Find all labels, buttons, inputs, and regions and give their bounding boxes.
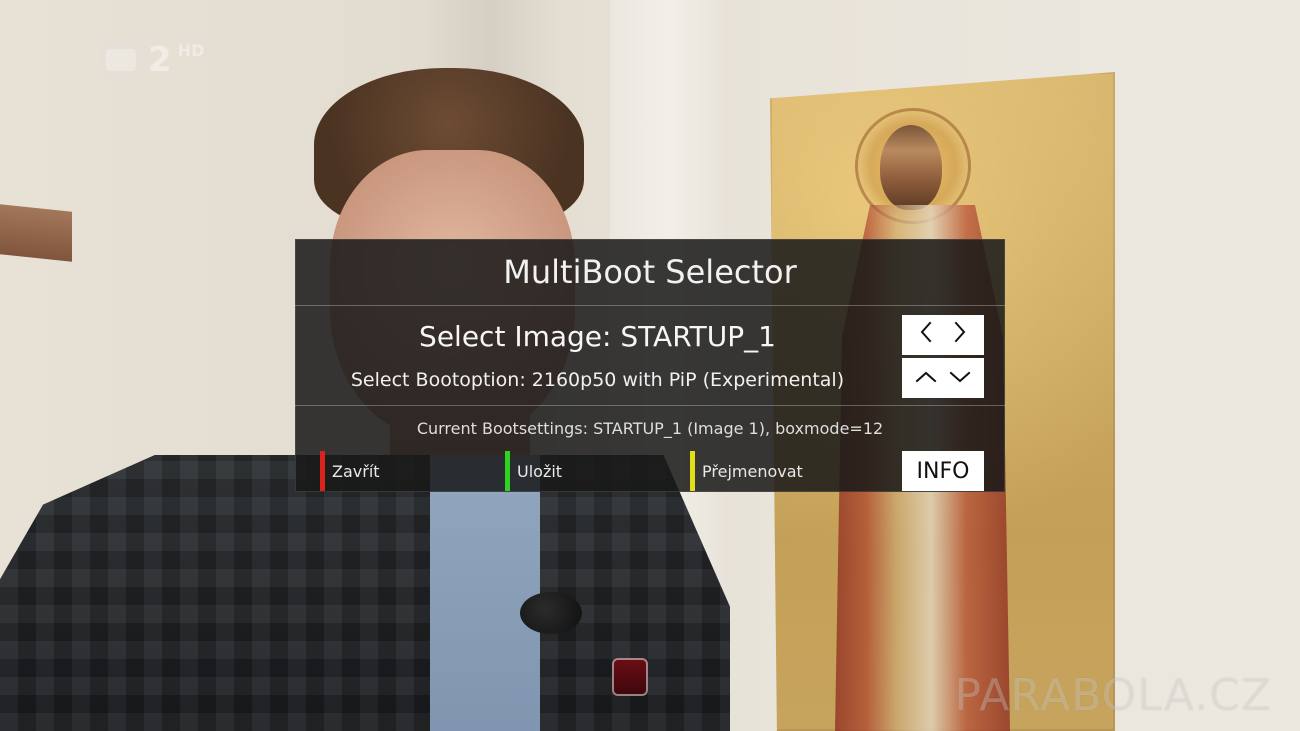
green-key-label: Uložit [517, 461, 563, 481]
yellow-key-rename[interactable]: Přejmenovat [690, 451, 803, 491]
dialog-title: MultiBoot Selector [503, 253, 797, 291]
chevron-up-icon [915, 364, 937, 392]
multiboot-selector-dialog: MultiBoot Selector Select Image: STARTUP… [295, 239, 1005, 492]
background-jacket-patch [612, 658, 648, 696]
info-button[interactable]: INFO [902, 451, 984, 491]
green-key-indicator [505, 451, 510, 491]
channel-logo: 2 HD [100, 40, 240, 80]
red-key-close[interactable]: Zavřít [320, 451, 380, 491]
select-bootoption-row[interactable]: Select Bootoption: 2160p50 with PiP (Exp… [295, 365, 900, 395]
left-right-navigation-keys[interactable] [902, 315, 984, 355]
bootsettings-divider [295, 405, 1005, 406]
channel-hd-label: HD [177, 40, 205, 60]
red-key-label: Zavřít [332, 461, 380, 481]
red-key-indicator [320, 451, 325, 491]
chevron-left-icon [915, 321, 937, 349]
title-divider [295, 305, 1005, 306]
green-key-save[interactable]: Uložit [505, 451, 562, 491]
channel-number: 2 [148, 40, 172, 80]
yellow-key-indicator [690, 451, 695, 491]
chevron-right-icon [949, 321, 971, 349]
background-saint-head [880, 125, 942, 210]
up-down-navigation-keys[interactable] [902, 358, 984, 398]
background-wood-beam [0, 204, 72, 262]
select-image-row[interactable]: Select Image: STARTUP_1 [295, 317, 900, 355]
chevron-down-icon [949, 364, 971, 392]
channel-logo-icon [100, 43, 142, 77]
tv-screen: 2 HD PARABOLA.CZ MultiBoot Selector Sele… [0, 0, 1300, 731]
current-bootsettings: Current Bootsettings: STARTUP_1 (Image 1… [416, 418, 884, 438]
watermark-text: PARABOLA.CZ [954, 670, 1272, 721]
background-person-jacket-left [0, 455, 430, 731]
background-lapel-mic [520, 592, 582, 634]
yellow-key-label: Přejmenovat [702, 461, 803, 481]
